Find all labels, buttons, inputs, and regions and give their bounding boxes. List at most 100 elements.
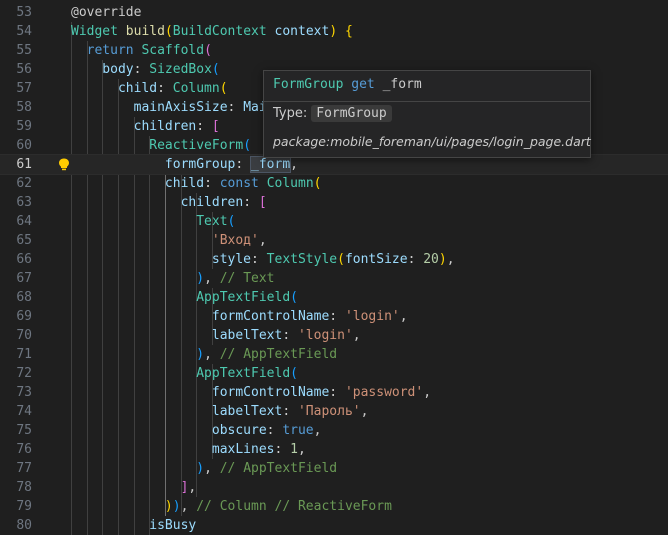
code-text: Text( [71, 212, 235, 231]
code-line[interactable]: 64 Text( [0, 212, 668, 231]
code-token: : [204, 176, 220, 191]
code-token: ) [164, 499, 173, 514]
code-token: 'login' [344, 309, 400, 324]
code-text: child: Column( [71, 79, 228, 98]
line-number: 63 [16, 195, 32, 210]
code-token: ( [219, 81, 228, 96]
line-number: 64 [16, 214, 32, 229]
code-token: 'password' [344, 385, 424, 400]
lightbulb-icon[interactable] [58, 158, 70, 171]
code-text: mainAxisSize: Mai [71, 98, 267, 117]
code-token: body [71, 62, 134, 77]
code-token: build [125, 24, 165, 39]
code-line[interactable]: 54 Widget build(BuildContext context) { [0, 22, 668, 41]
code-token: true [282, 423, 314, 438]
code-token: children [71, 119, 197, 134]
tooltip-type-label: Type: [273, 106, 308, 121]
line-number: 61 [16, 157, 32, 172]
code-line[interactable]: 77 ), // AppTextField [0, 459, 668, 478]
code-line[interactable]: 66 style: TextStyle(fontSize: 20), [0, 250, 668, 269]
code-line[interactable]: 76 maxLines: 1, [0, 440, 668, 459]
code-line[interactable]: 69 formControlName: 'login', [0, 307, 668, 326]
code-token: , [258, 233, 267, 248]
code-text: body: SizedBox( [71, 60, 219, 79]
code-token: , [352, 328, 361, 343]
line-number: 75 [16, 423, 32, 438]
code-token: labelText [71, 328, 283, 343]
code-token: ) [172, 499, 181, 514]
code-text: AppTextField( [71, 364, 298, 383]
line-number: 70 [16, 328, 32, 343]
code-token: , [290, 157, 298, 172]
code-token: [ [211, 119, 220, 134]
code-token: : [282, 404, 298, 419]
code-line[interactable]: 65 'Вход', [0, 231, 668, 250]
code-text: ), // Text [71, 269, 275, 288]
code-token: : [227, 100, 244, 115]
code-line[interactable]: 53 @override [0, 3, 668, 22]
code-line[interactable]: 74 labelText: 'Пароль', [0, 402, 668, 421]
line-number: 72 [16, 366, 32, 381]
line-number: 62 [16, 176, 32, 191]
code-token: : [133, 62, 150, 77]
code-line[interactable]: 71 ), // AppTextField [0, 345, 668, 364]
code-line[interactable]: 78 ], [0, 478, 668, 497]
code-token: : [329, 385, 345, 400]
code-text: formControlName: 'login', [71, 307, 408, 326]
code-line[interactable]: 55 return Scaffold( [0, 41, 668, 60]
code-line[interactable]: 62 child: const Column( [0, 174, 668, 193]
code-token: // Text [219, 271, 275, 286]
code-text: isBusy [71, 516, 196, 535]
code-text: obscure: true, [71, 421, 322, 440]
highlighted-symbol: _form [250, 156, 292, 173]
line-number: 79 [16, 499, 32, 514]
code-token: ) [196, 347, 205, 362]
code-token: @override [71, 5, 142, 20]
line-number: 58 [16, 100, 32, 115]
line-number: 67 [16, 271, 32, 286]
code-token: { [344, 24, 353, 39]
code-text: ReactiveForm( [71, 136, 251, 155]
code-text: formControlName: 'password', [71, 383, 431, 402]
code-token: 1 [290, 442, 298, 457]
code-token: ( [204, 43, 212, 58]
code-text: ], [71, 478, 197, 497]
code-token: , [360, 404, 369, 419]
tooltip-signature: FormGroup get _form [273, 77, 422, 92]
code-line[interactable]: 73 formControlName: 'password', [0, 383, 668, 402]
code-line[interactable]: 75 obscure: true, [0, 421, 668, 440]
line-number: 78 [16, 480, 32, 495]
code-token: fontSize [344, 252, 408, 267]
code-line[interactable]: 72 AppTextField( [0, 364, 668, 383]
code-text: Widget build(BuildContext context) { [71, 22, 353, 41]
code-token: 20 [423, 252, 439, 267]
code-token: : [235, 157, 252, 172]
hover-tooltip: FormGroup get _form Type: FormGroup packa… [263, 70, 591, 158]
tooltip-type-value: FormGroup [311, 105, 392, 122]
code-token: , [180, 499, 197, 514]
code-token: ( [164, 24, 173, 39]
code-line[interactable]: 70 labelText: 'login', [0, 326, 668, 345]
line-number: 53 [16, 5, 32, 20]
code-line[interactable]: 63 children: [ [0, 193, 668, 212]
code-line[interactable]: 79 )), // Column // ReactiveForm [0, 497, 668, 516]
code-token: [ [258, 195, 267, 210]
code-token: : [274, 442, 291, 457]
code-token: ( [243, 138, 252, 153]
code-text: children: [ [71, 117, 220, 136]
line-number: 65 [16, 233, 32, 248]
code-token: ( [337, 252, 345, 267]
code-line[interactable]: 80 isBusy [0, 516, 668, 535]
code-token: , [423, 385, 432, 400]
code-token: , [313, 423, 322, 438]
tooltip-package-path[interactable]: package:mobile_foreman/ui/pages/login_pa… [273, 134, 591, 149]
code-token: , [446, 252, 455, 267]
code-token: ) [196, 271, 205, 286]
tooltip-sig-keyword: get [351, 77, 375, 92]
code-line[interactable]: 68 AppTextField( [0, 288, 668, 307]
code-line[interactable]: 67 ), // Text [0, 269, 668, 288]
